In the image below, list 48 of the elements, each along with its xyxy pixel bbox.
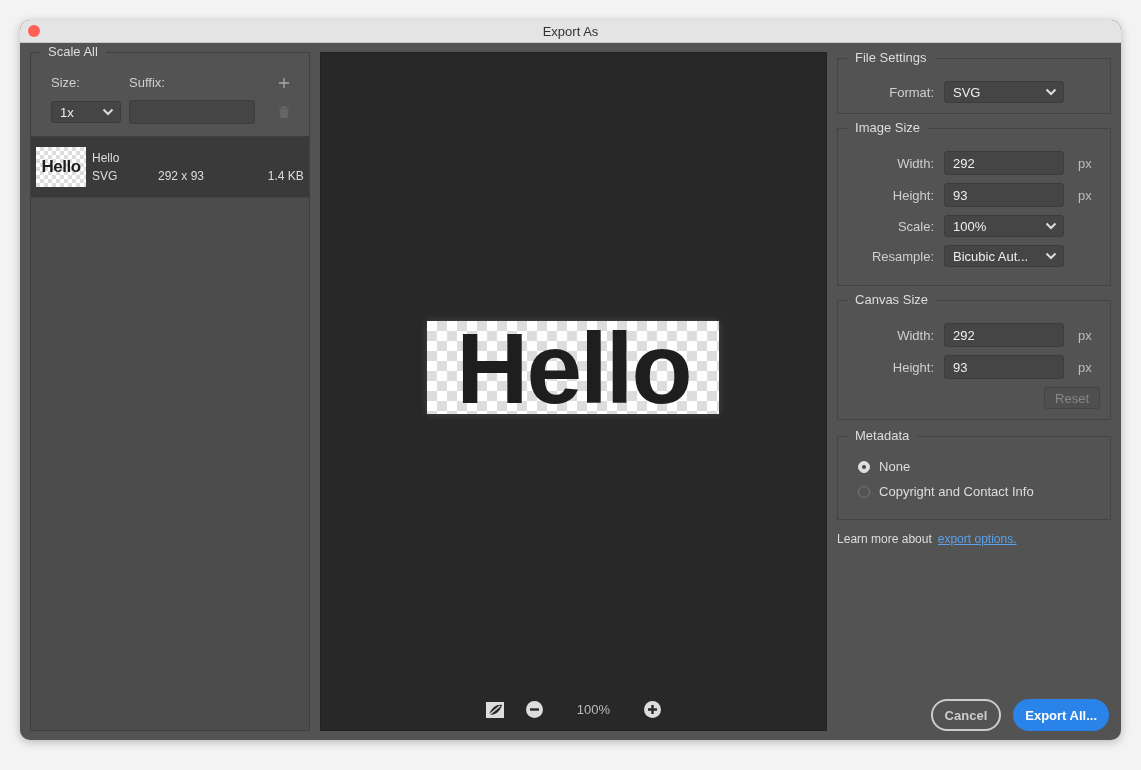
number-field[interactable]: 292 (944, 323, 1065, 347)
unit-label: px (1078, 155, 1093, 171)
asset-name: Hello (92, 151, 121, 165)
help-text: Learn more about (837, 532, 932, 546)
field-label: Scale: (896, 218, 935, 234)
field-label: Resample: (870, 248, 935, 264)
format-dropdown[interactable]: SVG (944, 81, 1065, 103)
group-title: Image Size (847, 120, 929, 135)
field-label: Width: (896, 155, 935, 171)
radio-label: None (879, 459, 911, 474)
field-label: Height: (891, 187, 935, 203)
field-label: Format: (888, 84, 935, 100)
unit-label: px (1078, 327, 1093, 343)
group-title: File Settings (847, 50, 935, 65)
suffix-label: Suffix: (129, 75, 166, 90)
artwork-preview: Hello (427, 321, 720, 414)
number-field[interactable]: 93 (944, 355, 1065, 379)
number-field[interactable]: 93 (944, 183, 1065, 207)
chevron-down-icon (1045, 88, 1058, 96)
number-field[interactable]: 292 (944, 151, 1065, 175)
chevron-down-icon (102, 108, 114, 116)
group-title: Scale All (40, 44, 106, 59)
size-dropdown[interactable]: 1x (51, 101, 121, 123)
asset-dimensions: 292 x 93 (158, 169, 205, 183)
close-button[interactable] (28, 25, 40, 37)
size-label: Size: (51, 75, 81, 90)
asset-thumbnail: Hello (36, 147, 86, 187)
zoom-out-icon[interactable] (525, 701, 543, 718)
dropdown[interactable]: Bicubic Aut... (944, 245, 1065, 267)
export-button[interactable]: Export All... (1013, 699, 1109, 731)
plus-icon[interactable] (278, 77, 289, 88)
chevron-down-icon (1045, 222, 1058, 230)
zoom-level: 100% (575, 702, 612, 717)
chevron-down-icon (1045, 252, 1058, 260)
asset-format: SVG (92, 169, 119, 183)
radio-label: Copyright and Contact Info (879, 484, 1034, 499)
background-toggle-icon[interactable] (485, 701, 504, 718)
unit-label: px (1078, 359, 1093, 375)
zoom-in-icon[interactable] (644, 701, 662, 718)
field-label: Height: (891, 359, 935, 375)
asset-file-size: 1.4 KB (267, 169, 304, 183)
dropdown[interactable]: 100% (944, 215, 1065, 237)
group-title: Canvas Size (847, 292, 936, 307)
unit-label: px (1078, 187, 1093, 203)
group-title: Metadata (847, 428, 918, 443)
field-label: Width: (896, 327, 935, 343)
cancel-button[interactable]: Cancel (930, 699, 1002, 731)
window-title: Export As (542, 23, 599, 39)
